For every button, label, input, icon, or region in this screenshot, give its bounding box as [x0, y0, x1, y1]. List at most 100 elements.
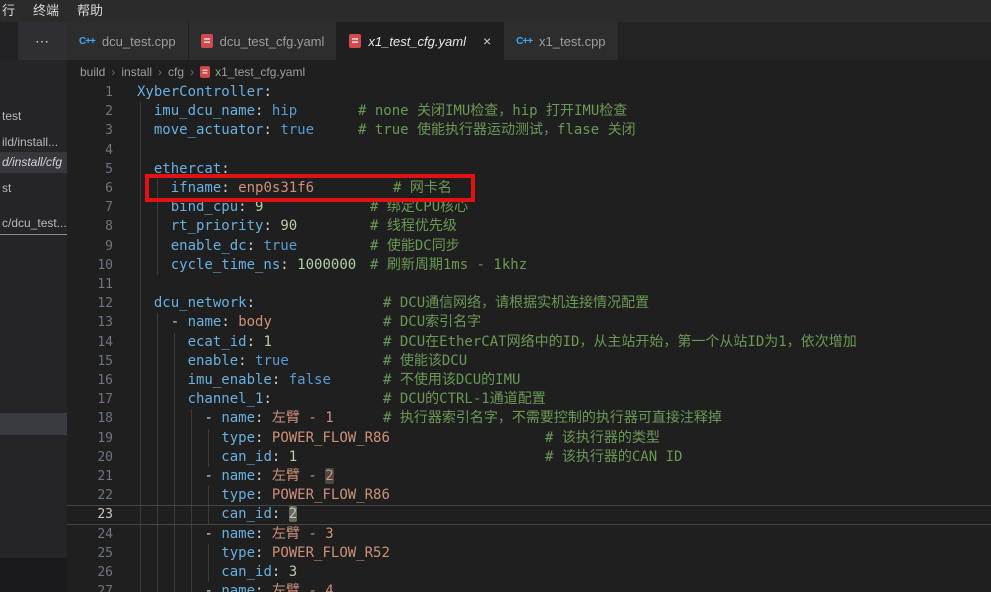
- code-line-content[interactable]: - name: 左臂 - 2: [137, 467, 991, 486]
- code-token: 1000000: [297, 257, 356, 273]
- code-line-content[interactable]: - name: body# DCU索引名字: [137, 313, 991, 332]
- code-line-content[interactable]: bind_cpu: 9# 绑定CPU核心: [137, 198, 991, 217]
- code-token: [137, 449, 221, 465]
- tab-dcu-test-cpp[interactable]: dcu_test.cpp: [67, 22, 189, 60]
- menu-bar: 行 终端 帮助: [0, 0, 991, 22]
- tab-dcu-test-cfg-yaml[interactable]: dcu_test_cfg.yaml: [189, 22, 338, 60]
- code-token: rt_priority: [171, 218, 264, 234]
- code-token: [280, 449, 288, 465]
- breadcrumb-item-cfg[interactable]: cfg: [168, 65, 184, 79]
- breadcrumb-file-label: x1_test_cfg.yaml: [215, 65, 305, 79]
- code-token: :: [263, 391, 271, 407]
- code-token: [230, 314, 238, 330]
- code-line-content[interactable]: ecat_id: 1# DCU在EtherCAT网络中的ID，从主站开始，第一个…: [137, 333, 991, 352]
- code-line-content[interactable]: channel_1:# DCU的CTRL-1通道配置: [137, 390, 991, 409]
- code-line: 8 rt_priority: 90# 线程优先级: [67, 217, 991, 236]
- code-line-content[interactable]: - name: 左臂 - 3: [137, 525, 991, 544]
- close-tab-icon[interactable]: ×: [483, 34, 491, 48]
- code-token: [137, 334, 188, 350]
- code-line-content[interactable]: enable: true# 使能该DCU: [137, 352, 991, 371]
- tree-item-build-install[interactable]: ild/install...: [0, 132, 67, 153]
- code-line-content[interactable]: cycle_time_ns: 1000000# 刷新周期1ms - 1khz: [137, 256, 991, 275]
- code-token: :: [263, 218, 271, 234]
- code-token: [280, 372, 288, 388]
- code-line-content[interactable]: can_id: 1# 该执行器的CAN ID: [137, 448, 991, 467]
- code-line-content[interactable]: rt_priority: 90# 线程优先级: [137, 217, 991, 236]
- code-token: -: [204, 468, 212, 484]
- code-token: :: [238, 353, 246, 369]
- code-line-content[interactable]: ifname: enp0s31f6# 网卡名: [137, 179, 991, 198]
- yaml-file-icon: [201, 34, 213, 48]
- code-line-content[interactable]: type: POWER_FLOW_R86# 该执行器的类型: [137, 429, 991, 448]
- yaml-file-icon: [349, 34, 361, 48]
- code-line: 12 dcu_network:# DCU通信网络，请根据实机连接情况配置: [67, 294, 991, 313]
- code-line-content[interactable]: XyberController:: [137, 83, 991, 102]
- code-comment: # DCU在EtherCAT网络中的ID，从主站开始，第一个从站ID为1，依次增…: [383, 333, 857, 352]
- code-line: 13 - name: body# DCU索引名字: [67, 313, 991, 332]
- indent-guide: [140, 275, 141, 294]
- code-token: true: [280, 122, 314, 138]
- code-token: 1: [289, 449, 297, 465]
- code-token: :: [263, 122, 271, 138]
- breadcrumb-item-build[interactable]: build: [80, 65, 105, 79]
- line-number: 21: [67, 467, 113, 486]
- code-line-content[interactable]: enable_dc: true# 使能DC同步: [137, 237, 991, 256]
- line-number: 13: [67, 313, 113, 332]
- code-line-content[interactable]: - name: 左臂 - 4: [137, 582, 991, 592]
- code-line: 9 enable_dc: true# 使能DC同步: [67, 237, 991, 256]
- code-line: 25 type: POWER_FLOW_R52: [67, 544, 991, 563]
- more-actions-button[interactable]: ⋯: [18, 22, 67, 60]
- code-line-content[interactable]: can_id: 3: [137, 563, 991, 582]
- menu-item-help[interactable]: 帮助: [68, 0, 112, 22]
- line-number: 26: [67, 563, 113, 582]
- code-editor[interactable]: 1 XyberController: 2 imu_dcu_name: hip# no…: [67, 83, 991, 592]
- code-line-content[interactable]: type: POWER_FLOW_R52: [137, 544, 991, 563]
- code-line: 15 enable: true# 使能该DCU: [67, 352, 991, 371]
- sidebar-bottom-panel: [0, 558, 67, 592]
- breadcrumb-item-file[interactable]: x1_test_cfg.yaml: [200, 65, 305, 79]
- code-token: POWER_FLOW_R52: [272, 545, 390, 561]
- code-comment: # 执行器索引名字，不需要控制的执行器可直接注释掉: [383, 409, 722, 428]
- tree-item-install-cfg-selected[interactable]: d/install/cfg: [0, 152, 67, 173]
- line-number: 27: [67, 582, 113, 592]
- line-number: 8: [67, 217, 113, 236]
- code-token: move_actuator: [154, 122, 264, 138]
- line-number: 2: [67, 102, 113, 121]
- code-line-content[interactable]: imu_enable: false# 不使用该DCU的IMU: [137, 371, 991, 390]
- code-line-content[interactable]: type: POWER_FLOW_R86: [137, 486, 991, 505]
- breadcrumb-separator: ›: [190, 65, 194, 79]
- menu-item-terminal[interactable]: 终端: [24, 0, 68, 22]
- line-number: 1: [67, 83, 113, 102]
- line-number: 9: [67, 237, 113, 256]
- tree-item-st[interactable]: st: [0, 178, 67, 199]
- code-comment: # 该执行器的类型: [545, 429, 660, 448]
- code-line: 4: [67, 141, 991, 160]
- code-line-content[interactable]: imu_dcu_name: hip# none 关闭IMU检查，hip 打开IM…: [137, 102, 991, 121]
- code-token: ethercat: [154, 161, 221, 177]
- breadcrumb-item-install[interactable]: install: [121, 65, 152, 79]
- code-line-content[interactable]: - name: 左臂 - 1# 执行器索引名字，不需要控制的执行器可直接注释掉: [137, 409, 991, 428]
- code-token: [137, 218, 171, 234]
- code-line-content[interactable]: move_actuator: true# true 使能执行器运动测试，flas…: [137, 121, 991, 140]
- code-token: 左臂 - 1: [272, 410, 334, 426]
- menu-item-run[interactable]: 行: [0, 0, 24, 22]
- code-token: [263, 583, 271, 592]
- code-token: can_id: [221, 506, 272, 522]
- code-token: [137, 410, 204, 426]
- tree-item-dcu-test[interactable]: c/dcu_test...: [0, 213, 67, 235]
- tree-row-highlight[interactable]: [0, 413, 67, 435]
- code-line-content[interactable]: ethercat:: [137, 160, 991, 179]
- tab-x1-test-cfg-yaml-active[interactable]: x1_test_cfg.yaml ×: [337, 22, 504, 60]
- line-number: 22: [67, 486, 113, 505]
- tab-x1-test-cpp[interactable]: x1_test.cpp: [504, 22, 618, 60]
- tab-label: x1_test_cfg.yaml: [368, 34, 466, 49]
- code-token: [137, 295, 154, 311]
- code-line-content[interactable]: dcu_network:# DCU通信网络，请根据实机连接情况配置: [137, 294, 991, 313]
- code-line-content[interactable]: can_id: 2: [137, 505, 991, 524]
- tree-item-test[interactable]: test: [0, 106, 67, 127]
- ellipsis-icon: ⋯: [35, 33, 50, 50]
- tab-label: dcu_test_cfg.yaml: [220, 34, 325, 49]
- explorer-sidebar: test ild/install... d/install/cfg st c/d…: [0, 60, 67, 592]
- cpp-file-icon: [79, 36, 95, 47]
- code-token: [289, 257, 297, 273]
